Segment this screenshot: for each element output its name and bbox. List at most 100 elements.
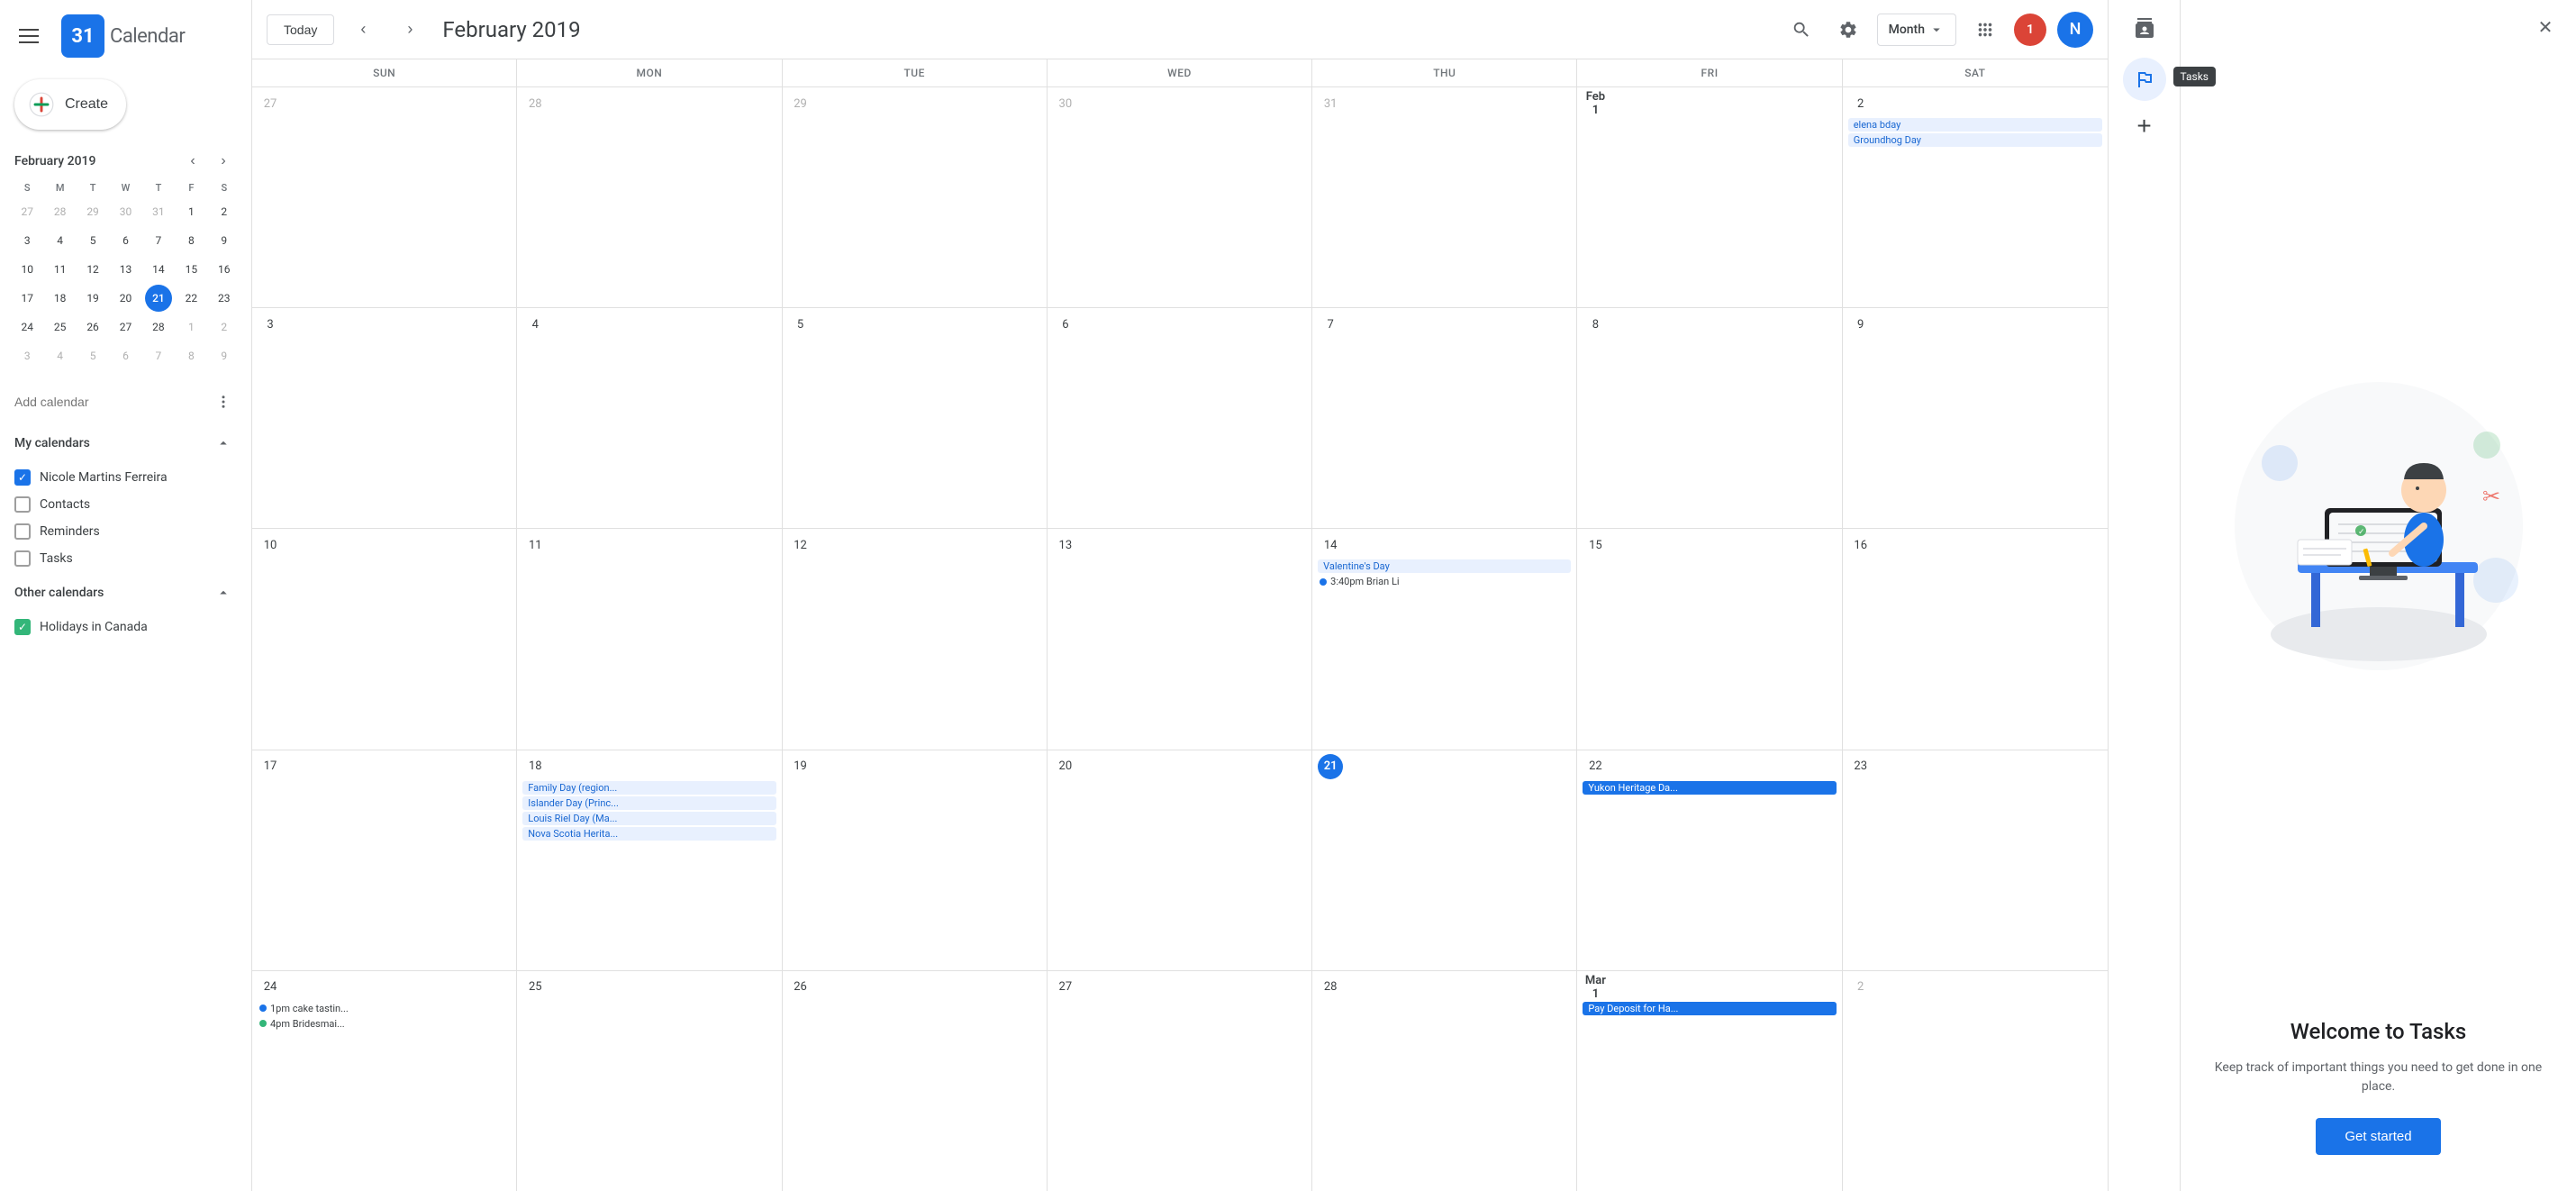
cal-cell-jan31[interactable]: 31 bbox=[1312, 87, 1577, 307]
day-number[interactable]: 13 bbox=[1053, 532, 1078, 558]
cal-cell-jan29[interactable]: 29 bbox=[783, 87, 1048, 307]
add-calendar-input[interactable] bbox=[14, 395, 177, 409]
event-family-day[interactable]: Family Day (region... bbox=[522, 781, 776, 795]
mini-day[interactable]: 11 bbox=[47, 256, 74, 283]
view-selector[interactable]: Month bbox=[1877, 14, 1956, 46]
day-number[interactable]: 23 bbox=[1848, 754, 1873, 779]
mini-day[interactable]: 3 bbox=[14, 227, 41, 254]
event-islander-day[interactable]: Islander Day (Princ... bbox=[522, 796, 776, 810]
mini-day[interactable]: 14 bbox=[145, 256, 172, 283]
mini-day[interactable]: 4 bbox=[47, 227, 74, 254]
mini-day[interactable]: 8 bbox=[177, 342, 204, 369]
mini-day[interactable]: 17 bbox=[14, 285, 41, 312]
add-task-button[interactable]: + bbox=[2127, 108, 2163, 144]
day-number[interactable]: 24 bbox=[258, 975, 283, 1000]
cal-cell-feb25[interactable]: 25 bbox=[517, 971, 782, 1191]
mini-day[interactable]: 18 bbox=[47, 285, 74, 312]
day-number[interactable]: 22 bbox=[1583, 754, 1608, 779]
cal-cell-feb6[interactable]: 6 bbox=[1048, 308, 1312, 528]
day-number[interactable]: 19 bbox=[788, 754, 813, 779]
cal-cell-feb22[interactable]: 22 Yukon Heritage Da... bbox=[1577, 750, 1842, 970]
cal-cell-feb3[interactable]: 3 bbox=[252, 308, 517, 528]
day-number[interactable]: 10 bbox=[258, 532, 283, 558]
mini-cal-next-button[interactable]: › bbox=[210, 148, 237, 175]
day-number[interactable]: 5 bbox=[788, 312, 813, 337]
mini-day[interactable]: 1 bbox=[177, 314, 204, 341]
event-brian-li[interactable]: 3:40pm Brian Li bbox=[1318, 575, 1571, 588]
cal-cell-feb16[interactable]: 16 bbox=[1843, 529, 2108, 749]
cal-cell-feb23[interactable]: 23 bbox=[1843, 750, 2108, 970]
next-month-button[interactable]: › bbox=[392, 12, 428, 48]
day-number[interactable]: 28 bbox=[1318, 975, 1343, 1000]
other-calendars-collapse-button[interactable] bbox=[210, 579, 237, 606]
settings-button[interactable] bbox=[1830, 12, 1866, 48]
cal-cell-feb28[interactable]: 28 bbox=[1312, 971, 1577, 1191]
mini-day[interactable]: 30 bbox=[112, 198, 139, 225]
day-number[interactable]: 6 bbox=[1053, 312, 1078, 337]
day-number[interactable]: 29 bbox=[788, 91, 813, 116]
mini-day[interactable]: 2 bbox=[211, 314, 238, 341]
cal-cell-feb9[interactable]: 9 bbox=[1843, 308, 2108, 528]
calendar-checkbox-contacts[interactable] bbox=[14, 496, 31, 513]
cal-cell-feb15[interactable]: 15 bbox=[1577, 529, 1842, 749]
day-number[interactable]: 11 bbox=[522, 532, 548, 558]
cal-cell-feb11[interactable]: 11 bbox=[517, 529, 782, 749]
mini-day[interactable]: 5 bbox=[79, 342, 106, 369]
get-started-button[interactable]: Get started bbox=[2316, 1118, 2440, 1155]
mini-day[interactable]: 23 bbox=[211, 285, 238, 312]
day-number[interactable]: 16 bbox=[1848, 532, 1873, 558]
day-number[interactable]: 26 bbox=[788, 975, 813, 1000]
notification-badge[interactable]: 1 bbox=[2014, 14, 2046, 46]
day-number[interactable]: 9 bbox=[1848, 312, 1873, 337]
day-number[interactable]: 18 bbox=[522, 754, 548, 779]
mini-day[interactable]: 27 bbox=[112, 314, 139, 341]
mini-day[interactable]: 13 bbox=[112, 256, 139, 283]
cal-cell-feb8[interactable]: 8 bbox=[1577, 308, 1842, 528]
cal-cell-mar1[interactable]: Mar 1 Pay Deposit for Ha... bbox=[1577, 971, 1842, 1191]
cal-cell-feb26[interactable]: 26 bbox=[783, 971, 1048, 1191]
event-pay-deposit[interactable]: Pay Deposit for Ha... bbox=[1583, 1002, 1836, 1015]
day-number[interactable]: 20 bbox=[1053, 754, 1078, 779]
event-valentines-day[interactable]: Valentine's Day bbox=[1318, 559, 1571, 573]
day-number[interactable]: 25 bbox=[522, 975, 548, 1000]
cal-cell-jan27[interactable]: 27 bbox=[252, 87, 517, 307]
day-number[interactable]: 15 bbox=[1583, 532, 1608, 558]
mini-day[interactable]: 25 bbox=[47, 314, 74, 341]
search-button[interactable] bbox=[1783, 12, 1819, 48]
cal-cell-jan30[interactable]: 30 bbox=[1048, 87, 1312, 307]
cal-cell-feb2[interactable]: 2 elena bday Groundhog Day bbox=[1843, 87, 2108, 307]
mini-day[interactable]: 26 bbox=[79, 314, 106, 341]
event-nova-scotia[interactable]: Nova Scotia Herita... bbox=[522, 827, 776, 841]
cal-cell-feb1[interactable]: Feb 1 bbox=[1577, 87, 1842, 307]
cal-cell-feb18[interactable]: 18 Family Day (region... Islander Day (P… bbox=[517, 750, 782, 970]
mini-day[interactable]: 2 bbox=[211, 198, 238, 225]
day-number[interactable]: 14 bbox=[1318, 532, 1343, 558]
prev-month-button[interactable]: ‹ bbox=[345, 12, 381, 48]
day-number[interactable]: 12 bbox=[788, 532, 813, 558]
day-number[interactable]: 8 bbox=[1583, 312, 1608, 337]
mini-day[interactable]: 22 bbox=[177, 285, 204, 312]
day-number[interactable]: Feb 1 bbox=[1583, 91, 1608, 116]
cal-cell-feb21[interactable]: 21 bbox=[1312, 750, 1577, 970]
day-number[interactable]: 2 bbox=[1848, 975, 1873, 1000]
tasks-panel-close-button[interactable]: ✕ bbox=[2529, 11, 2562, 43]
mini-day[interactable]: 10 bbox=[14, 256, 41, 283]
other-calendars-header[interactable]: Other calendars bbox=[7, 572, 244, 614]
avatar[interactable]: N bbox=[2057, 12, 2093, 48]
mini-day[interactable]: 7 bbox=[145, 227, 172, 254]
cal-cell-feb12[interactable]: 12 bbox=[783, 529, 1048, 749]
my-calendars-collapse-button[interactable] bbox=[210, 430, 237, 457]
mini-day[interactable]: 27 bbox=[14, 198, 41, 225]
mini-day[interactable]: 9 bbox=[211, 342, 238, 369]
mini-day-today[interactable]: 21 bbox=[145, 285, 172, 312]
cal-cell-feb14[interactable]: 14 Valentine's Day 3:40pm Brian Li bbox=[1312, 529, 1577, 749]
hamburger-menu-button[interactable] bbox=[7, 14, 50, 58]
apps-button[interactable] bbox=[1967, 12, 2003, 48]
cal-cell-feb20[interactable]: 20 bbox=[1048, 750, 1312, 970]
add-calendar-more-button[interactable] bbox=[210, 388, 237, 415]
mini-day[interactable]: 29 bbox=[79, 198, 106, 225]
mini-day[interactable]: 24 bbox=[14, 314, 41, 341]
cal-cell-feb27[interactable]: 27 bbox=[1048, 971, 1312, 1191]
mini-day[interactable]: 28 bbox=[47, 198, 74, 225]
cal-cell-feb19[interactable]: 19 bbox=[783, 750, 1048, 970]
